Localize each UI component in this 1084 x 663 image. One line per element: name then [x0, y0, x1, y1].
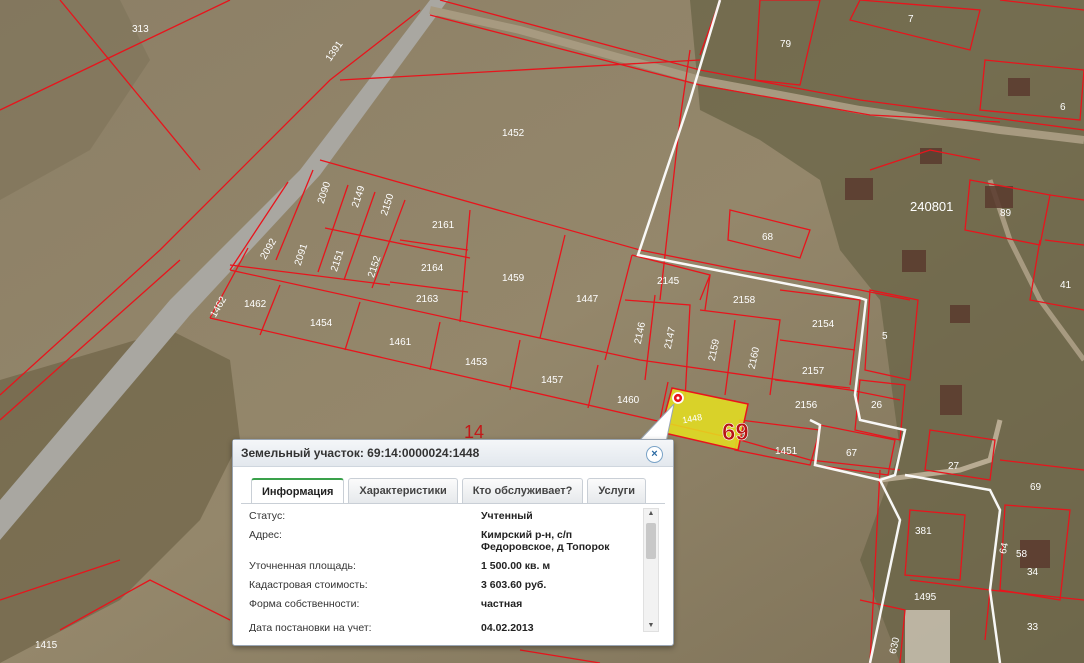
plot-label: 1415 [35, 640, 58, 651]
info-label: Адрес: [249, 529, 282, 541]
block-number: 69 [722, 419, 749, 446]
plot-label: 381 [915, 526, 932, 537]
plot-label: 7 [908, 14, 914, 25]
popup-title: Земельный участок: 69:14:0000024:1448 [233, 440, 673, 467]
plot-label: 2145 [657, 276, 680, 287]
location-marker-icon[interactable] [671, 391, 685, 405]
plot-label: 89 [1000, 208, 1012, 219]
tab-services[interactable]: Услуги [587, 478, 646, 503]
plot-label: 1461 [389, 337, 412, 348]
tab-who-serves[interactable]: Кто обслуживает? [461, 478, 584, 503]
tab-information[interactable]: Информация [251, 478, 345, 504]
plot-label: 2156 [795, 400, 818, 411]
info-value: 1 500.00 кв. м [481, 560, 551, 572]
plot-label: 58 [1016, 549, 1028, 560]
info-value: Учтенный [481, 510, 533, 522]
info-label: Дата постановки на учет: [249, 622, 372, 632]
tab-divider [241, 503, 665, 504]
plot-label: 41 [1060, 280, 1072, 291]
plot-label: 1452 [502, 128, 525, 139]
plot-label: 68 [762, 232, 774, 243]
plot-label: 79 [780, 39, 792, 50]
plot-label: 33 [1027, 622, 1039, 633]
plot-label: 5 [882, 331, 888, 342]
plot-label: 1462 [244, 299, 267, 310]
plot-label: 2163 [416, 294, 439, 305]
plot-label: 34 [1027, 567, 1039, 578]
parcel-info-popup: Земельный участок: 69:14:0000024:1448 × … [232, 439, 674, 646]
plot-label: 2161 [432, 220, 455, 231]
popup-pointer [636, 404, 675, 443]
plot-label: 69 [1030, 482, 1042, 493]
plot-label: 1459 [502, 273, 525, 284]
info-label: Уточненная площадь: [249, 560, 356, 572]
info-scrollbar[interactable]: ▲ ▼ [643, 508, 659, 632]
info-value: Кимрский р-н, с/п Федоровское, д Топорок [481, 529, 610, 553]
plot-label: 2164 [421, 263, 444, 274]
plot-label: 1451 [775, 446, 798, 457]
plot-label: 6 [1060, 102, 1066, 113]
scroll-thumb[interactable] [646, 523, 656, 559]
info-label: Статус: [249, 510, 286, 522]
plot-label: 1457 [541, 375, 564, 386]
plot-label: 67 [846, 448, 858, 459]
plot-label: 2157 [802, 366, 825, 377]
plot-label: 1447 [576, 294, 599, 305]
plot-label: 1453 [465, 357, 488, 368]
close-icon[interactable]: × [646, 446, 663, 463]
plot-label: 2158 [733, 295, 756, 306]
info-panel: Статус: Учтенный Адрес: Кимрский р-н, с/… [249, 510, 639, 632]
plot-label: 26 [871, 400, 883, 411]
info-label: Кадастровая стоимость: [249, 579, 368, 591]
popup-tabs: Информация Характеристики Кто обслуживае… [251, 478, 646, 504]
plot-label: 240801 [910, 199, 953, 214]
info-value: частная [481, 598, 523, 610]
scroll-down-icon[interactable]: ▼ [644, 621, 658, 631]
plot-label: 27 [948, 461, 960, 472]
scroll-up-icon[interactable]: ▲ [644, 509, 658, 519]
info-value: 04.02.2013 [481, 622, 534, 632]
info-label: Форма собственности: [249, 598, 360, 610]
plot-label: 313 [132, 24, 149, 35]
plot-label: 1454 [310, 318, 333, 329]
info-value: 3 603.60 руб. [481, 579, 547, 591]
tab-characteristics[interactable]: Характеристики [348, 478, 458, 503]
plot-label: 1495 [914, 592, 937, 603]
plot-label: 2154 [812, 319, 835, 330]
